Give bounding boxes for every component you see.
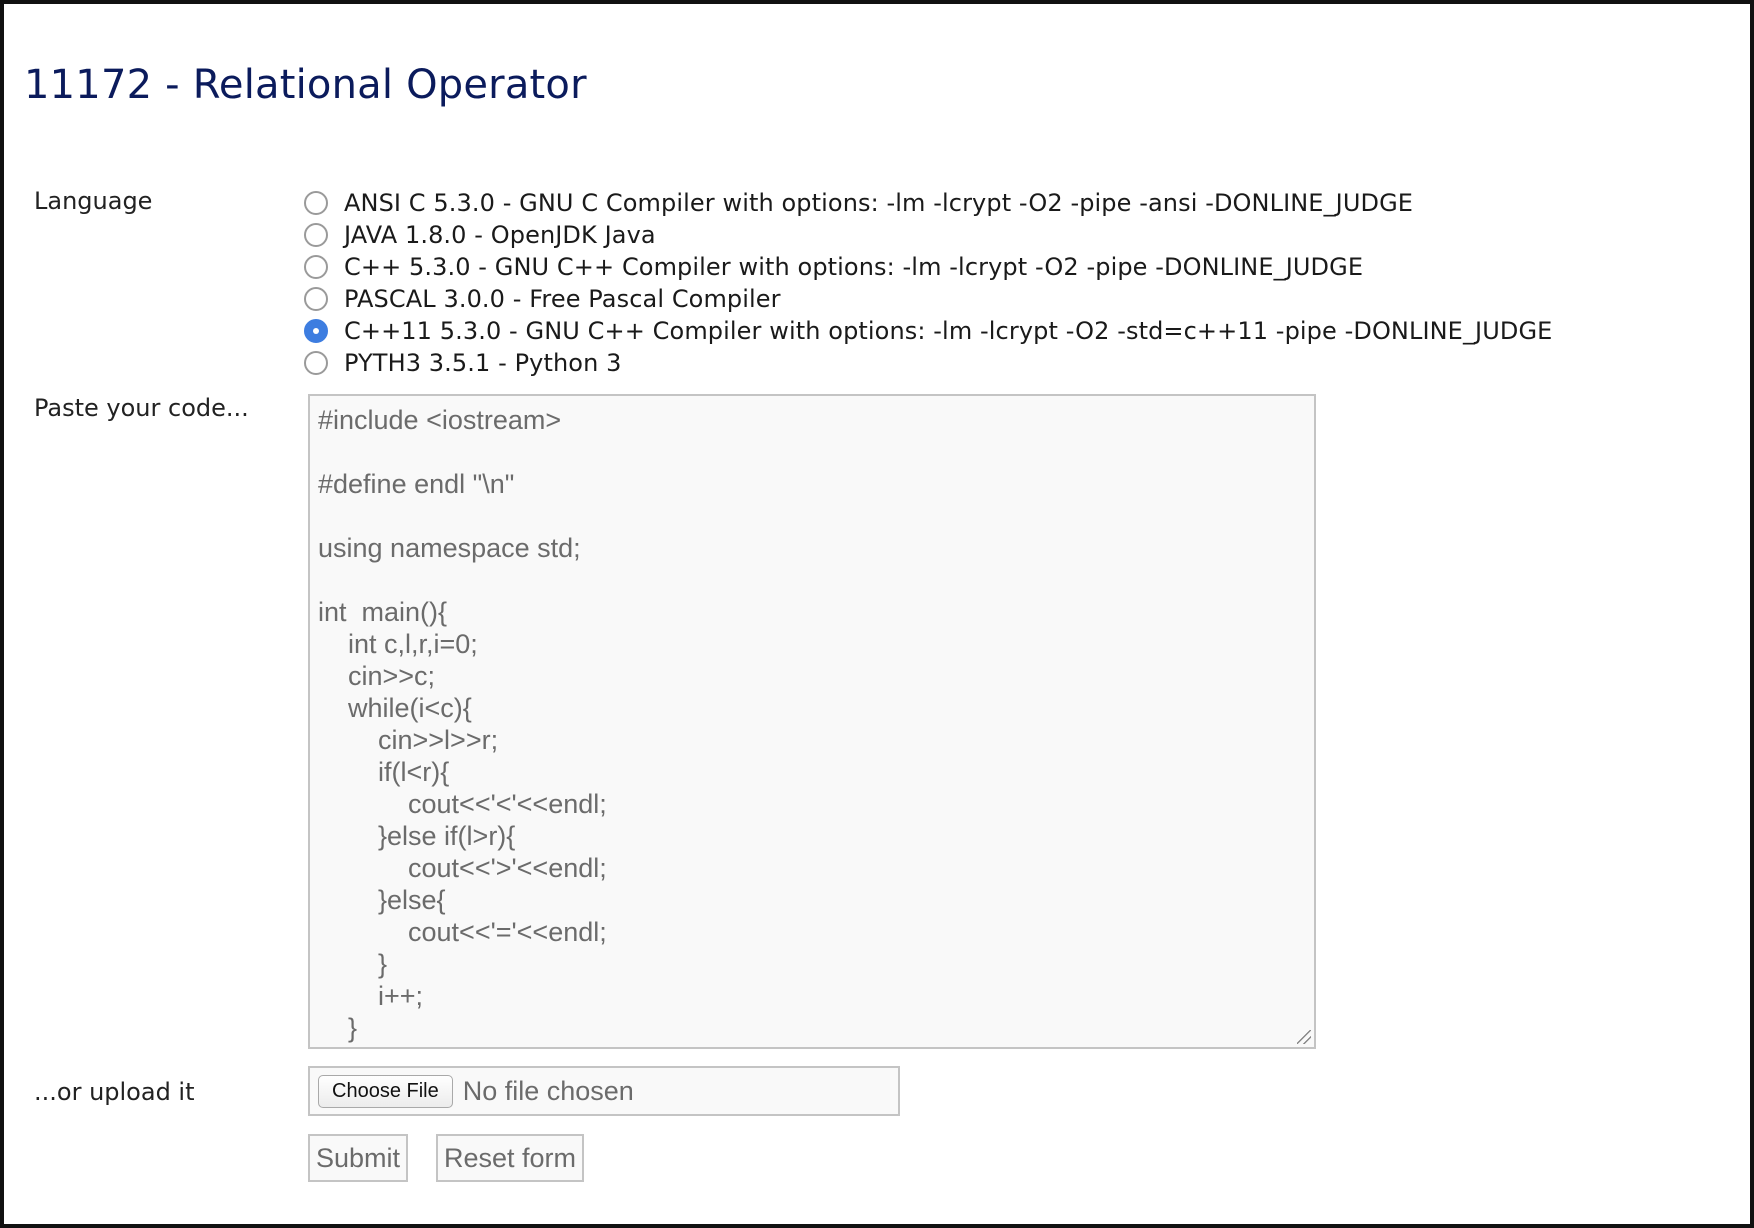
language-option-label: ANSI C 5.3.0 - GNU C Compiler with optio… [344,189,1414,217]
radio-cpp[interactable] [304,255,328,279]
choose-file-button[interactable]: Choose File [318,1074,453,1108]
language-option-python3[interactable]: PYTH3 3.5.1 - Python 3 [304,347,1552,379]
language-option-label: PYTH3 3.5.1 - Python 3 [344,349,622,377]
upload-label: ...or upload it [34,1078,195,1106]
page-frame: 11172 - Relational Operator Language ANS… [0,0,1754,1228]
language-option-java[interactable]: JAVA 1.8.0 - OpenJDK Java [304,219,1552,251]
language-option-ansi-c[interactable]: ANSI C 5.3.0 - GNU C Compiler with optio… [304,187,1552,219]
radio-java[interactable] [304,223,328,247]
code-textarea[interactable]: #include <iostream> #define endl "\n" us… [308,394,1316,1049]
language-option-label: JAVA 1.8.0 - OpenJDK Java [344,221,656,249]
code-label: Paste your code... [34,394,249,422]
radio-pascal[interactable] [304,287,328,311]
radio-ansi-c[interactable] [304,191,328,215]
file-status-text: No file chosen [462,1075,634,1106]
language-option-cpp[interactable]: C++ 5.3.0 - GNU C++ Compiler with option… [304,251,1552,283]
language-option-label: C++11 5.3.0 - GNU C++ Compiler with opti… [344,317,1553,345]
code-content[interactable]: #include <iostream> #define endl "\n" us… [310,396,1314,1047]
language-label: Language [34,187,153,215]
radio-python3[interactable] [304,351,328,375]
language-option-cpp11[interactable]: C++11 5.3.0 - GNU C++ Compiler with opti… [304,315,1552,347]
submit-button[interactable]: Submit [308,1134,409,1182]
language-radio-group: ANSI C 5.3.0 - GNU C Compiler with optio… [304,187,1552,379]
reset-form-button[interactable]: Reset form [436,1134,585,1182]
radio-cpp11[interactable] [304,319,328,343]
language-option-pascal[interactable]: PASCAL 3.0.0 - Free Pascal Compiler [304,283,1552,315]
resize-grip-icon[interactable] [1297,1030,1311,1044]
file-upload-field[interactable]: Choose File No file chosen [308,1066,900,1116]
page-title: 11172 - Relational Operator [24,62,587,108]
language-option-label: C++ 5.3.0 - GNU C++ Compiler with option… [344,253,1364,281]
language-option-label: PASCAL 3.0.0 - Free Pascal Compiler [344,285,781,313]
